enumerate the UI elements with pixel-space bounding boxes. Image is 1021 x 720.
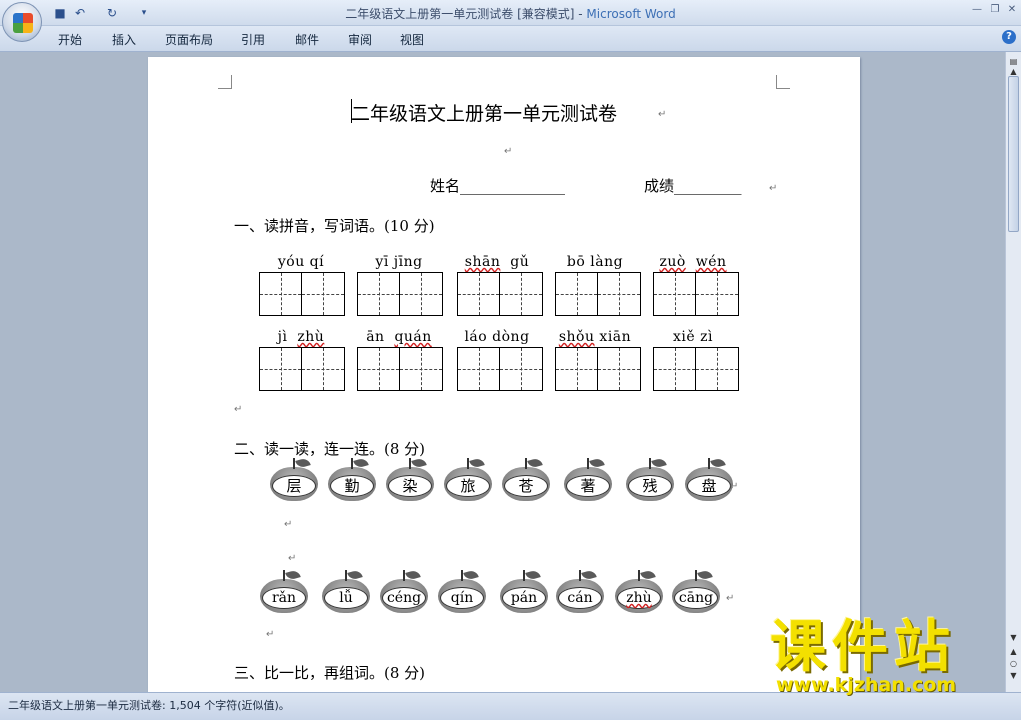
writing-grid[interactable] bbox=[259, 347, 345, 391]
word-count-status[interactable]: 二年级语文上册第一单元测试卷: 1,504 个字符(近似值)。 bbox=[8, 697, 290, 713]
minimize-icon[interactable]: — bbox=[968, 3, 986, 17]
apple-pinyin[interactable]: pán bbox=[498, 569, 550, 615]
apple-pinyin[interactable]: cán bbox=[554, 569, 606, 615]
document-heading: 二年级语文上册第一单元测试卷 bbox=[351, 103, 618, 125]
pinyin-label: xiě zì bbox=[673, 329, 713, 345]
title-bar: ■ ↶ ↻ ▾ 二年级语文上册第一单元测试卷 [兼容模式] - Microsof… bbox=[0, 0, 1021, 26]
writing-grid[interactable] bbox=[457, 272, 543, 316]
apple-pinyin[interactable]: cāng bbox=[670, 569, 722, 615]
paragraph-mark: ↵ bbox=[288, 553, 297, 564]
paragraph-mark: ↵ bbox=[266, 629, 275, 640]
next-page-icon[interactable]: ▼ bbox=[1008, 670, 1019, 681]
writing-grid[interactable] bbox=[357, 347, 443, 391]
pinyin-label: yóu qí bbox=[277, 254, 325, 270]
writing-grid[interactable] bbox=[653, 272, 739, 316]
crop-mark bbox=[218, 75, 232, 89]
apple-pinyin[interactable]: qín bbox=[436, 569, 488, 615]
section-1-heading: 一、读拼音，写词语。(10 分) bbox=[234, 217, 435, 235]
site-watermark: 课件站 www.kjzhan.com bbox=[770, 615, 1002, 697]
status-bar: 二年级语文上册第一单元测试卷: 1,504 个字符(近似值)。 bbox=[0, 692, 1021, 720]
paragraph-mark: ↵ bbox=[658, 109, 667, 120]
scroll-thumb[interactable] bbox=[1008, 76, 1019, 232]
apple-pinyin[interactable]: lǚ bbox=[320, 569, 372, 615]
scroll-down-icon[interactable]: ▼ bbox=[1008, 632, 1019, 643]
apple-pinyin[interactable]: zhù bbox=[613, 569, 665, 615]
apple-character[interactable]: 勤 bbox=[326, 457, 378, 503]
watermark-url: www.kjzhan.com bbox=[776, 674, 957, 696]
paragraph-mark: ↵ bbox=[504, 146, 513, 157]
tab-references[interactable]: 引用 bbox=[241, 31, 265, 48]
apple-character[interactable]: 盘 bbox=[683, 457, 735, 503]
paragraph-mark: ↵ bbox=[234, 404, 243, 415]
writing-grid[interactable] bbox=[259, 272, 345, 316]
close-icon[interactable]: ✕ bbox=[1003, 3, 1021, 17]
tab-mailings[interactable]: 邮件 bbox=[295, 31, 319, 48]
writing-grid[interactable] bbox=[357, 272, 443, 316]
name-field: 姓名______________ bbox=[430, 177, 566, 195]
apple-character[interactable]: 残 bbox=[624, 457, 676, 503]
pinyin-label: jì zhù bbox=[277, 329, 325, 345]
apple-pinyin[interactable]: céng bbox=[378, 569, 430, 615]
paragraph-mark: ↵ bbox=[284, 519, 293, 530]
apple-pinyin[interactable]: rǎn bbox=[258, 569, 310, 615]
apple-character[interactable]: 著 bbox=[562, 457, 614, 503]
tab-home[interactable]: 开始 bbox=[58, 31, 82, 48]
score-field: 成绩_________ bbox=[644, 177, 742, 195]
watermark-logo-text: 课件站 bbox=[770, 615, 956, 680]
pinyin-label: shǒu xiān bbox=[558, 329, 632, 345]
apple-character[interactable]: 苍 bbox=[500, 457, 552, 503]
help-icon[interactable]: ? bbox=[1002, 30, 1016, 44]
pinyin-label: shān gǔ bbox=[464, 254, 530, 270]
writing-grid[interactable] bbox=[457, 347, 543, 391]
pinyin-label: zuò wén bbox=[659, 254, 727, 270]
document-page[interactable]: 二年级语文上册第一单元测试卷 ↵ ↵ 姓名______________ 成绩__… bbox=[148, 57, 860, 692]
writing-grid[interactable] bbox=[555, 272, 641, 316]
window-title: 二年级语文上册第一单元测试卷 [兼容模式] - Microsoft Word bbox=[345, 7, 676, 21]
pinyin-label: láo dòng bbox=[464, 329, 530, 345]
tab-insert[interactable]: 插入 bbox=[112, 31, 136, 48]
tab-review[interactable]: 审阅 bbox=[348, 31, 372, 48]
apple-character[interactable]: 染 bbox=[384, 457, 436, 503]
paragraph-mark: ↵ bbox=[730, 481, 739, 492]
previous-page-icon[interactable]: ▲ bbox=[1008, 646, 1019, 657]
restore-icon[interactable]: ❐ bbox=[986, 3, 1004, 17]
section-3-heading: 三、比一比，再组词。(8 分) bbox=[234, 664, 426, 682]
vertical-scrollbar[interactable]: ▤ ▲ ▼ ▲ ○ ▼ bbox=[1005, 52, 1021, 692]
pinyin-label: yī jīng bbox=[375, 254, 423, 270]
section-2-heading: 二、读一读，连一连。(8 分) bbox=[234, 440, 426, 458]
apple-character[interactable]: 旅 bbox=[442, 457, 494, 503]
writing-grid[interactable] bbox=[653, 347, 739, 391]
writing-grid[interactable] bbox=[555, 347, 641, 391]
paragraph-mark: ↵ bbox=[726, 593, 735, 604]
crop-mark bbox=[776, 75, 790, 89]
select-browse-object-icon[interactable]: ○ bbox=[1008, 658, 1019, 669]
office-logo-icon bbox=[13, 13, 33, 33]
ribbon-tabs: 开始 插入 页面布局 引用 邮件 审阅 视图 bbox=[0, 26, 1021, 52]
pinyin-label: bō làng bbox=[566, 254, 624, 270]
tab-view[interactable]: 视图 bbox=[400, 31, 424, 48]
pinyin-label: ān quán bbox=[366, 329, 432, 345]
office-button[interactable] bbox=[2, 2, 42, 42]
paragraph-mark: ↵ bbox=[769, 183, 778, 194]
tab-page-layout[interactable]: 页面布局 bbox=[165, 31, 213, 48]
apple-character[interactable]: 层 bbox=[268, 457, 320, 503]
document-workspace: 二年级语文上册第一单元测试卷 ↵ ↵ 姓名______________ 成绩__… bbox=[0, 52, 1005, 692]
